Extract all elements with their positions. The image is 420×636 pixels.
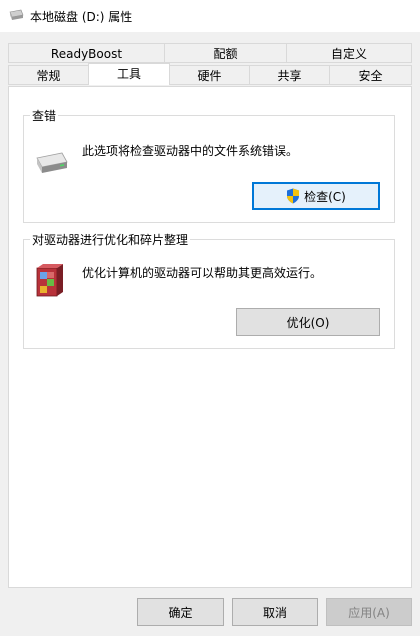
cancel-button-label: 取消 [262, 605, 287, 620]
check-button[interactable]: 检查(C) [252, 182, 380, 210]
tab-quota[interactable]: 配额 [164, 43, 287, 63]
error-check-title: 查错 [30, 107, 59, 124]
cancel-button[interactable]: 取消 [232, 598, 318, 626]
shield-icon [287, 188, 300, 204]
title-bar: 本地磁盘 (D:) 属性 [0, 0, 420, 32]
optimize-description: 优化计算机的驱动器可以帮助其更高效运行。 [82, 266, 323, 280]
tools-panel: 查错 此选项将检查驱动器中的文件系统错误。 检查(C) 对驱动器进行优化和碎片整… [8, 86, 412, 588]
apply-button[interactable]: 应用(A) [326, 598, 412, 626]
window-title: 本地磁盘 (D:) 属性 [30, 10, 133, 24]
error-check-description: 此选项将检查驱动器中的文件系统错误。 [82, 144, 299, 158]
optimize-title: 对驱动器进行优化和碎片整理 [30, 231, 191, 248]
tab-general[interactable]: 常规 [8, 65, 89, 85]
optimize-group: 对驱动器进行优化和碎片整理 优化计算机的驱动器可以帮助其更高效运行。 优化(O) [23, 231, 395, 349]
tab-readyboost[interactable]: ReadyBoost [8, 43, 165, 63]
tab-row-top: ReadyBoost 配额 自定义 [8, 43, 412, 63]
drive-icon [9, 9, 24, 20]
optimize-button[interactable]: 优化(O) [236, 308, 380, 336]
optimize-button-label: 优化(O) [286, 315, 330, 330]
ok-button[interactable]: 确定 [137, 598, 224, 626]
tab-sharing[interactable]: 共享 [249, 65, 330, 85]
tab-row-bottom: 常规 工具 硬件 共享 安全 [8, 63, 412, 85]
check-button-label: 检查(C) [304, 189, 346, 204]
defrag-icon [36, 264, 63, 297]
tab-customize[interactable]: 自定义 [286, 43, 412, 63]
ok-button-label: 确定 [168, 605, 193, 620]
error-check-group: 查错 此选项将检查驱动器中的文件系统错误。 检查(C) [23, 107, 395, 223]
drive-icon [36, 152, 68, 173]
tab-hardware[interactable]: 硬件 [169, 65, 250, 85]
tab-security[interactable]: 安全 [329, 65, 412, 85]
tab-tools[interactable]: 工具 [88, 63, 170, 85]
apply-button-label: 应用(A) [348, 605, 390, 620]
